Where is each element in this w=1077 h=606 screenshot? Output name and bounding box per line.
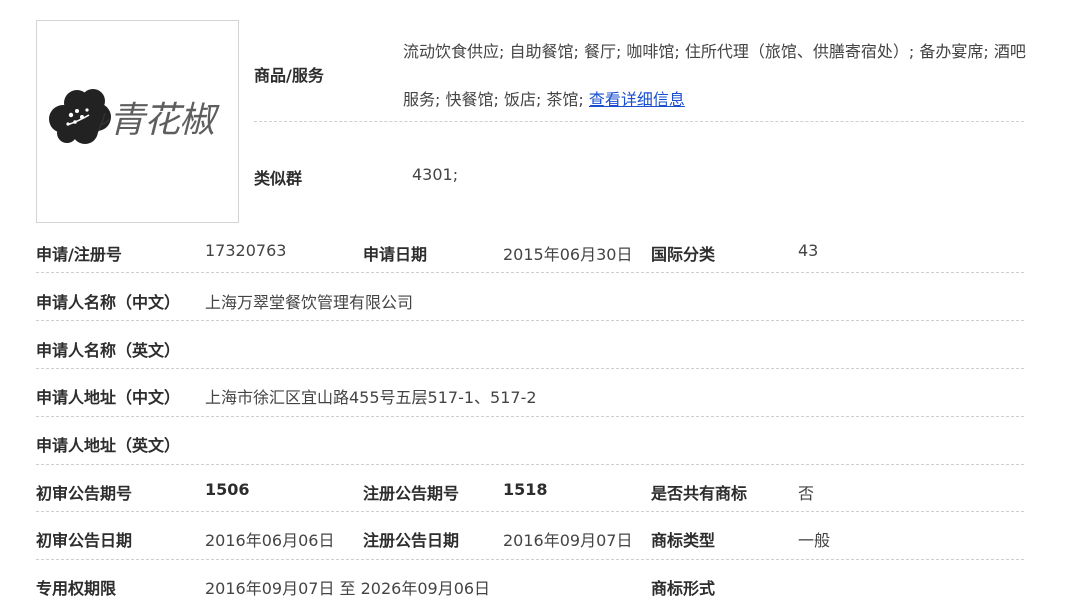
intl-class-value: 43 <box>798 241 819 260</box>
prelim-pub-no-value: 1506 <box>205 480 250 499</box>
apply-date-value: 2015年06月30日 <box>503 245 633 264</box>
shared-mark-value: 否 <box>798 484 815 503</box>
divider <box>36 464 1024 465</box>
applicant-address-cn-label: 申请人地址（中文） <box>36 388 181 407</box>
applicant-address-cn-value: 上海市徐汇区宜山路455号五层517-1、517-2 <box>205 388 537 407</box>
shared-mark-label: 是否共有商标 <box>651 484 748 503</box>
mark-type-value: 一般 <box>798 531 831 550</box>
mark-form-label: 商标形式 <box>651 579 716 598</box>
reg-pub-no-value: 1518 <box>503 480 548 499</box>
exclusive-term-label: 专用权期限 <box>36 579 117 598</box>
applicant-name-cn-value: 上海万翠堂餐饮管理有限公司 <box>205 293 414 312</box>
brand-wordmark: 青花椒 <box>109 100 215 141</box>
goods-services-text: 流动饮食供应; 自助餐馆; 餐厅; 咖啡馆; 住所代理（旅馆、供膳寄宿处）; 备… <box>403 42 1026 109</box>
applicant-name-en-label: 申请人名称（英文） <box>36 341 181 360</box>
prelim-pub-date-value: 2016年06月06日 <box>205 531 335 550</box>
trademark-image: 青花椒 <box>36 20 239 223</box>
applicant-address-en-label: 申请人地址（英文） <box>36 436 181 455</box>
divider <box>36 511 1024 512</box>
divider <box>36 416 1024 417</box>
divider <box>36 272 1024 273</box>
mark-type-label: 商标类型 <box>651 531 716 550</box>
reg-pub-date-value: 2016年09月07日 <box>503 531 633 550</box>
similar-group-value: 4301; <box>412 165 459 184</box>
prelim-pub-no-label: 初审公告期号 <box>36 484 133 503</box>
similar-group-label: 类似群 <box>254 169 303 188</box>
reg-number-value: 17320763 <box>205 241 287 260</box>
prelim-pub-date-label: 初审公告日期 <box>36 531 133 550</box>
reg-pub-no-label: 注册公告期号 <box>363 484 460 503</box>
view-details-link[interactable]: 查看详细信息 <box>589 90 685 109</box>
divider <box>36 320 1024 321</box>
divider <box>36 559 1024 560</box>
reg-number-label: 申请/注册号 <box>36 245 122 264</box>
goods-services-value: 流动饮食供应; 自助餐馆; 餐厅; 咖啡馆; 住所代理（旅馆、供膳寄宿处）; 备… <box>403 28 1028 124</box>
divider <box>36 368 1024 369</box>
apply-date-label: 申请日期 <box>363 245 428 264</box>
divider <box>254 121 1024 122</box>
goods-services-label: 商品/服务 <box>254 66 324 85</box>
intl-class-label: 国际分类 <box>651 245 716 264</box>
reg-pub-date-label: 注册公告日期 <box>363 531 460 550</box>
applicant-name-cn-label: 申请人名称（中文） <box>36 293 181 312</box>
exclusive-term-value: 2016年09月07日 至 2026年09月06日 <box>205 579 491 598</box>
